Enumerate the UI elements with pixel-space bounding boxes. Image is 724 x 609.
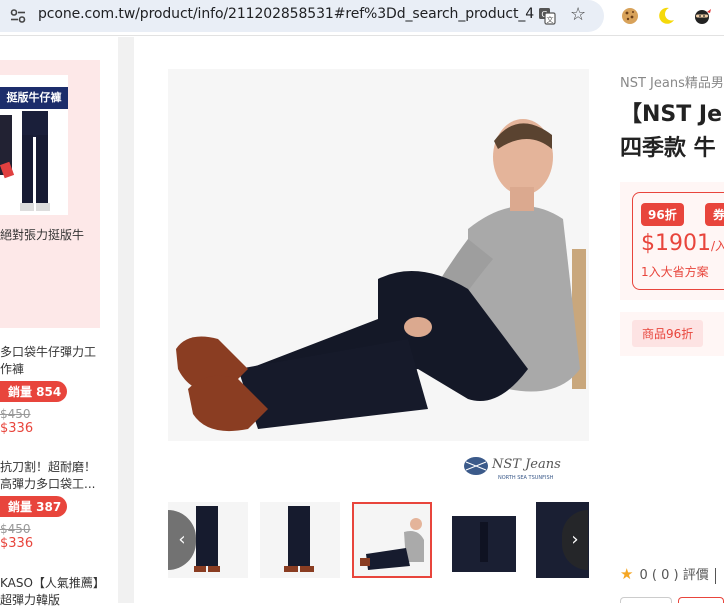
rating-row[interactable]: ★ 0 ( 0 ) 評價	[620, 564, 716, 584]
rating-label: 評價	[682, 568, 709, 583]
star-icon: ★	[620, 565, 634, 583]
rating-count: ( 0 )	[651, 568, 679, 583]
divider	[714, 567, 716, 584]
ninja-icon[interactable]	[692, 6, 712, 26]
title-line-1: 【NST Je	[620, 102, 723, 127]
original-price: $450	[0, 522, 31, 536]
list-item[interactable]: 多口袋牛仔彈力工作褲 銷量 854 $450 $336	[0, 344, 100, 436]
thumbnail-image	[284, 506, 314, 572]
title-line-2: 四季款 牛	[620, 136, 716, 161]
coupon-badge[interactable]: 券	[705, 203, 724, 226]
item-name[interactable]: 多口袋牛仔彈力工作褲	[0, 344, 100, 378]
sale-price: $336	[0, 421, 34, 436]
moon-icon[interactable]	[656, 6, 676, 26]
sidebar-scrollbar[interactable]	[118, 37, 134, 603]
sale-price: $336	[0, 536, 34, 551]
page-title: 【NST Je 四季款 牛	[620, 98, 722, 166]
action-buttons-edge	[620, 597, 724, 603]
thumbnail[interactable]	[444, 502, 524, 578]
promo-tag[interactable]: 商品96折	[632, 320, 704, 347]
chevron-left-icon: ‹	[178, 529, 186, 550]
primary-button-edge[interactable]	[678, 597, 724, 603]
translate-icon[interactable]: G 文	[538, 7, 556, 25]
sold-badge: 銷量 387	[0, 496, 68, 517]
main-product-image[interactable]	[168, 69, 589, 441]
promo-title[interactable]: 絕對張力挺版牛	[0, 226, 100, 243]
jeans-model-image	[0, 111, 50, 211]
svg-text:文: 文	[547, 15, 554, 24]
sold-badge: 銷量 854	[0, 381, 68, 402]
original-price: $450	[0, 407, 31, 421]
item-name[interactable]: 抗刀割！超耐磨！高彈力多口袋工...	[0, 459, 100, 493]
promo-card[interactable]: 挺版牛仔褲 絕對張力挺版牛	[0, 60, 100, 328]
tune-icon[interactable]	[10, 9, 26, 23]
thumbnail[interactable]	[260, 502, 340, 578]
cookie-icon[interactable]	[620, 6, 640, 26]
chevron-right-icon: ›	[571, 529, 579, 550]
thumbnail-selected[interactable]	[352, 502, 432, 578]
list-item[interactable]: 抗刀割！超耐磨！高彈力多口袋工... 銷量 387 $450 $336	[0, 459, 100, 551]
promo-image[interactable]: 挺版牛仔褲	[0, 75, 68, 215]
rating-score: 0	[639, 568, 648, 583]
list-item[interactable]: KASO【人氣推薦】超彈力韓版	[0, 575, 100, 609]
brand-name[interactable]: NST Jeans精品男	[620, 72, 724, 91]
brand-logo-text: NST Jeans	[491, 457, 561, 472]
price-amount: $1901/入	[641, 231, 724, 256]
secondary-button-edge[interactable]	[620, 597, 672, 603]
url-text[interactable]: pcone.com.tw/product/info/211202858531#r…	[38, 6, 534, 22]
item-name[interactable]: KASO【人氣推薦】超彈力韓版	[0, 575, 100, 609]
model-photo	[168, 69, 589, 441]
price-box[interactable]: 96折 券 $1901/入 1入大省方案	[632, 192, 724, 290]
thumbnail-image	[444, 502, 524, 578]
address-bar[interactable]: pcone.com.tw/product/info/211202858531#r…	[0, 0, 604, 32]
thumbnail-image	[360, 518, 424, 570]
price-suffix: /入	[711, 239, 724, 253]
discount-badge: 96折	[641, 203, 684, 226]
price-value: $1901	[641, 231, 711, 256]
thumbnail-strip	[168, 500, 589, 582]
brand-logo: NST Jeans NORTH SEA TSUNFISH	[464, 457, 561, 481]
browser-toolbar: pcone.com.tw/product/info/211202858531#r…	[0, 0, 724, 36]
plan-label[interactable]: 1入大省方案	[641, 263, 709, 280]
brand-logo-sub: NORTH SEA TSUNFISH	[498, 475, 554, 481]
bookmark-star-icon[interactable]: ☆	[570, 5, 586, 25]
